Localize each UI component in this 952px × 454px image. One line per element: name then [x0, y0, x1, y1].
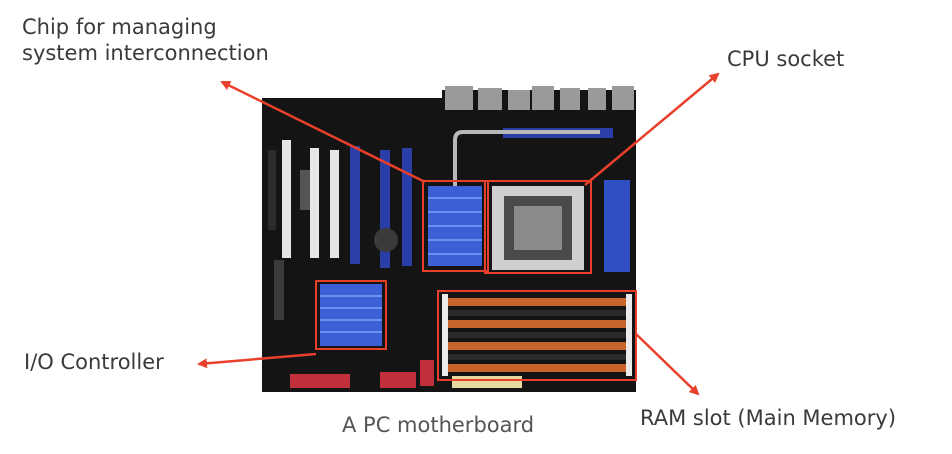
- vrm-heatsink: [604, 180, 630, 272]
- power-connector: [452, 376, 522, 388]
- motherboard-diagram: [197, 72, 720, 396]
- pci-slots: [282, 140, 339, 258]
- chipset-heatsink: [428, 186, 482, 266]
- io-heatsink: [320, 284, 382, 346]
- motherboard: [262, 86, 636, 392]
- cpu-socket: [492, 186, 584, 270]
- ram-arrow: [635, 333, 700, 396]
